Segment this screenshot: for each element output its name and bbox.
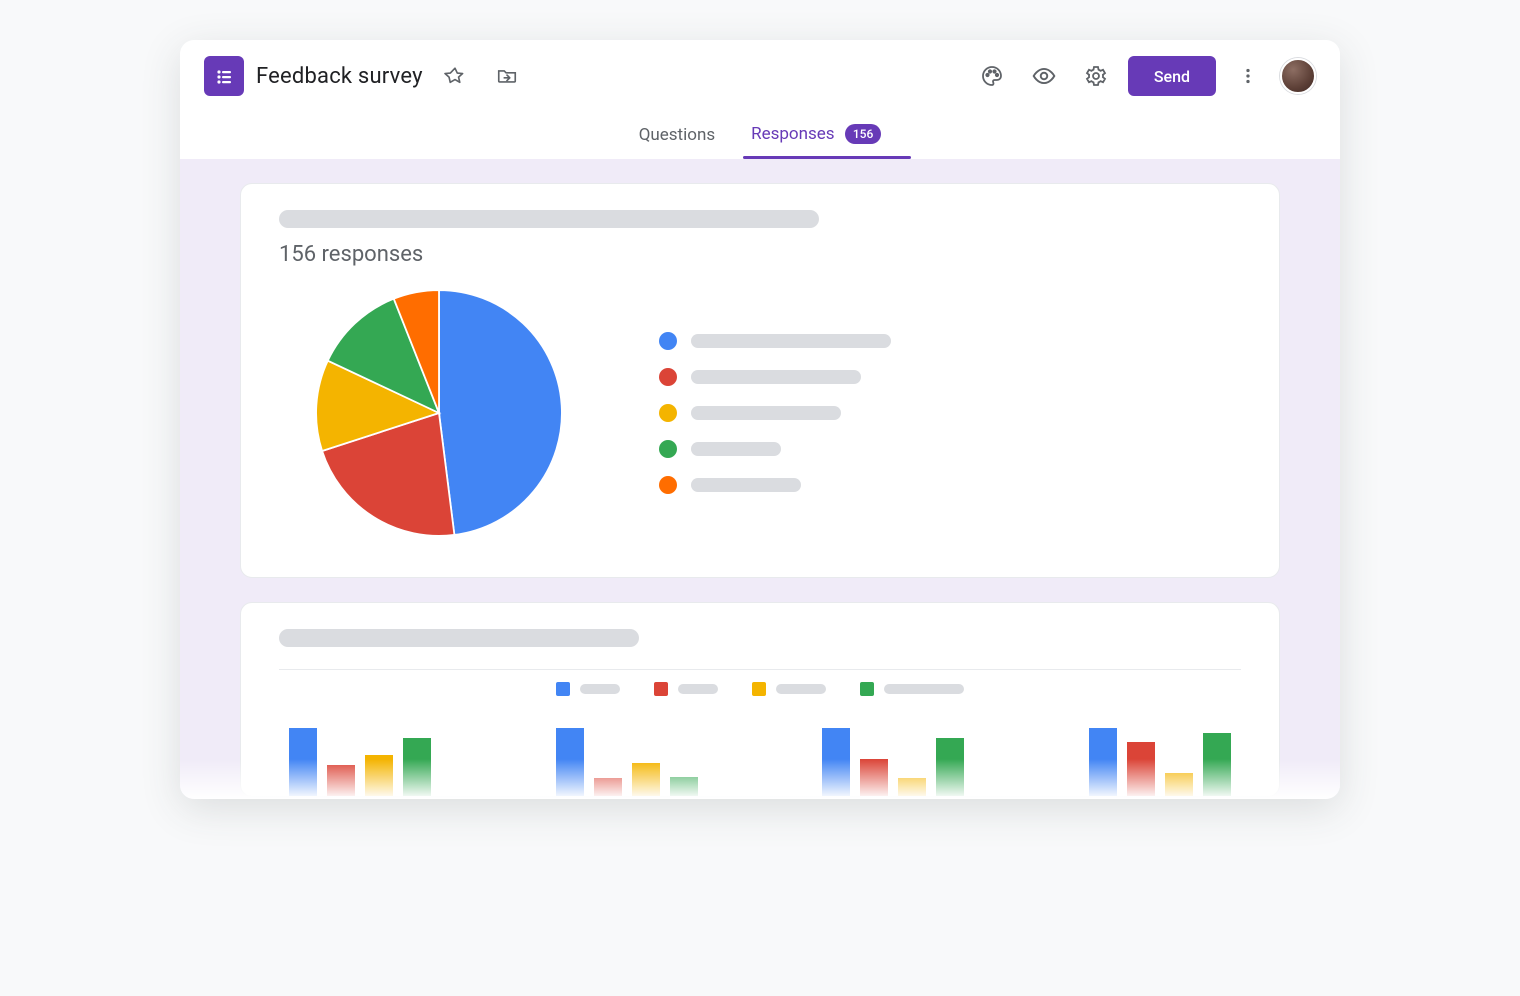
bar-group [1089, 728, 1231, 796]
legend-swatch-icon [659, 332, 677, 350]
forms-logo-icon [204, 56, 244, 96]
legend-label-placeholder [691, 370, 861, 384]
legend-item [752, 682, 826, 696]
legend-item [659, 440, 891, 458]
bar [1203, 733, 1231, 796]
bar [670, 777, 698, 797]
bar [632, 763, 660, 796]
legend-label-placeholder [884, 684, 964, 694]
legend-label-placeholder [691, 478, 801, 492]
bar [898, 778, 926, 796]
legend-swatch-icon [752, 682, 766, 696]
legend-swatch-icon [659, 368, 677, 386]
star-icon[interactable] [435, 56, 475, 96]
legend-item [659, 332, 891, 350]
bar [1165, 773, 1193, 796]
response-card-bars [240, 602, 1280, 797]
legend-swatch-icon [659, 476, 677, 494]
question-title-placeholder [279, 629, 639, 647]
bar [860, 759, 888, 796]
legend-label-placeholder [691, 406, 841, 420]
bar-chart [279, 716, 1241, 796]
bar-group [822, 728, 964, 796]
legend-label-placeholder [678, 684, 718, 694]
bar [365, 755, 393, 796]
header-bar: Feedback survey [180, 40, 1340, 104]
responses-body: 156 responses [180, 159, 1340, 799]
legend-swatch-icon [659, 440, 677, 458]
settings-gear-icon[interactable] [1076, 56, 1116, 96]
legend-item [659, 404, 891, 422]
send-button[interactable]: Send [1128, 56, 1216, 96]
preview-eye-icon[interactable] [1024, 56, 1064, 96]
tab-responses-label: Responses [751, 124, 834, 144]
app-window: Feedback survey [180, 40, 1340, 799]
tab-bar: Questions Responses 156 [180, 104, 1340, 159]
bar [1127, 742, 1155, 796]
tab-questions[interactable]: Questions [637, 119, 717, 159]
legend-swatch-icon [654, 682, 668, 696]
bar-group [289, 728, 431, 796]
legend-swatch-icon [556, 682, 570, 696]
legend-item [654, 682, 718, 696]
legend-swatch-icon [659, 404, 677, 422]
responses-count-badge: 156 [845, 124, 881, 144]
bar [289, 728, 317, 796]
legend-label-placeholder [580, 684, 620, 694]
responses-count-text: 156 responses [279, 242, 1241, 267]
tab-responses[interactable]: Responses 156 [749, 118, 883, 159]
legend-label-placeholder [691, 334, 891, 348]
legend-item [860, 682, 964, 696]
bar [403, 738, 431, 797]
legend-item [659, 368, 891, 386]
bar [327, 765, 355, 796]
bar [936, 738, 964, 797]
pie-legend [659, 332, 891, 494]
bar [556, 728, 584, 796]
question-title-placeholder [279, 210, 819, 228]
account-avatar[interactable] [1280, 58, 1316, 94]
legend-label-placeholder [691, 442, 781, 456]
bar-group [556, 728, 698, 796]
more-vert-icon[interactable] [1228, 56, 1268, 96]
document-title[interactable]: Feedback survey [256, 64, 423, 89]
pie-chart [309, 283, 569, 543]
pie-slice [439, 290, 562, 535]
legend-item [556, 682, 620, 696]
legend-swatch-icon [860, 682, 874, 696]
response-card-pie: 156 responses [240, 183, 1280, 578]
legend-label-placeholder [776, 684, 826, 694]
move-to-folder-icon[interactable] [487, 56, 527, 96]
palette-icon[interactable] [972, 56, 1012, 96]
bar [594, 778, 622, 796]
bar [822, 728, 850, 796]
bar [1089, 728, 1117, 796]
legend-item [659, 476, 891, 494]
bar-legend [279, 682, 1241, 696]
chart-axis-line [279, 669, 1241, 670]
